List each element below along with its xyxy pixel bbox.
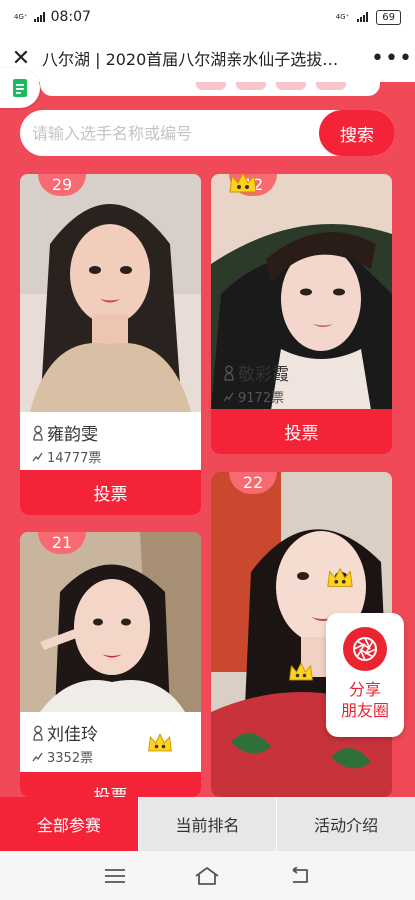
vote-button[interactable]: 投票 xyxy=(211,409,392,454)
document-icon xyxy=(13,79,27,97)
contestant-name-row: 刘佳玲 xyxy=(32,720,201,745)
status-bar: 4G⁺ 08:07 4G⁺ 69 xyxy=(0,0,415,34)
vote-count: 14777票 xyxy=(47,451,102,466)
banner-strip xyxy=(0,82,415,100)
contestant-info: 刘佳玲 3352票 xyxy=(20,720,201,766)
crown-sticker xyxy=(327,567,353,587)
vote-count: 9172票 xyxy=(238,391,285,406)
contestant-votes-row: 14777票 xyxy=(32,447,201,466)
contestant-photo xyxy=(20,174,201,412)
contestant-card[interactable]: 21 刘佳玲 3352票 投票 xyxy=(20,532,201,797)
contestant-card[interactable]: 12 敬彩霞 9172票 投票 xyxy=(211,174,392,454)
network-type-right: 4G⁺ xyxy=(335,12,350,21)
contestant-name-row: 敬彩霞 xyxy=(223,360,392,385)
person-icon xyxy=(33,725,43,741)
banner-decoration xyxy=(316,82,346,90)
contestant-photo xyxy=(20,532,201,712)
status-left: 4G⁺ 08:07 xyxy=(14,9,91,25)
contestant-info: 敬彩霞 9172票 xyxy=(211,360,392,406)
tab-current-ranking[interactable]: 当前排名 xyxy=(137,797,277,851)
network-type-left: 4G⁺ xyxy=(14,12,28,21)
status-right: 4G⁺ 69 xyxy=(335,9,401,25)
contestant-name: 雍韵雯 xyxy=(47,425,98,445)
tab-all-entries[interactable]: 全部参赛 xyxy=(0,797,138,851)
contestant-name-row: 雍韵雯 xyxy=(32,420,201,445)
search-bar: 搜索 xyxy=(20,110,395,156)
title-bar: ✕ 八尔湖 | 2020首届八尔湖亲水仙子选拔… ••• xyxy=(0,34,415,82)
banner-decoration xyxy=(276,82,306,90)
contestant-info: 雍韵雯 14777票 xyxy=(20,420,201,466)
close-icon[interactable]: ✕ xyxy=(0,46,42,71)
more-dots-icon[interactable]: ••• xyxy=(369,46,415,71)
battery-icon: 69 xyxy=(376,9,401,25)
share-label-line1: 分享 xyxy=(348,680,381,699)
banner-decoration xyxy=(236,82,266,90)
menu-icon[interactable] xyxy=(104,868,126,884)
vote-button[interactable]: 投票 xyxy=(20,470,201,515)
crown-sticker xyxy=(289,662,313,681)
camera-shutter-icon xyxy=(343,627,387,671)
crown-sticker xyxy=(229,174,257,193)
banner-decoration xyxy=(196,82,226,90)
share-label: 分享 朋友圈 xyxy=(341,679,389,721)
vote-icon xyxy=(32,752,43,762)
page-title: 八尔湖 | 2020首届八尔湖亲水仙子选拔… xyxy=(42,50,339,69)
document-tab[interactable] xyxy=(0,68,40,108)
back-icon[interactable] xyxy=(289,866,311,885)
home-icon[interactable] xyxy=(194,866,220,886)
signal-icon xyxy=(33,12,45,22)
person-icon xyxy=(224,365,234,381)
bottom-nav: 全部参赛 当前排名 活动介绍 xyxy=(0,797,415,851)
system-navigation-bar xyxy=(0,851,415,900)
banner-card-edge xyxy=(40,82,380,96)
share-label-line2: 朋友圈 xyxy=(340,701,389,720)
contestant-votes-row: 9172票 xyxy=(223,387,392,406)
signal-icon-right xyxy=(357,12,369,22)
search-input[interactable] xyxy=(20,110,319,156)
status-time: 08:07 xyxy=(50,9,91,25)
vote-icon xyxy=(223,392,234,402)
vote-button[interactable]: 投票 xyxy=(20,772,201,797)
contestant-name: 刘佳玲 xyxy=(47,725,98,745)
vote-count: 3352票 xyxy=(47,751,94,766)
contestant-card[interactable]: 29 雍韵雯 14777票 投票 xyxy=(20,174,201,515)
tab-event-intro[interactable]: 活动介绍 xyxy=(276,797,415,851)
search-button[interactable]: 搜索 xyxy=(319,110,395,156)
share-moments-button[interactable]: 分享 朋友圈 xyxy=(326,613,404,737)
vote-icon xyxy=(32,452,43,462)
person-icon xyxy=(33,425,43,441)
contestant-votes-row: 3352票 xyxy=(32,747,201,766)
contestant-name: 敬彩霞 xyxy=(238,365,289,385)
